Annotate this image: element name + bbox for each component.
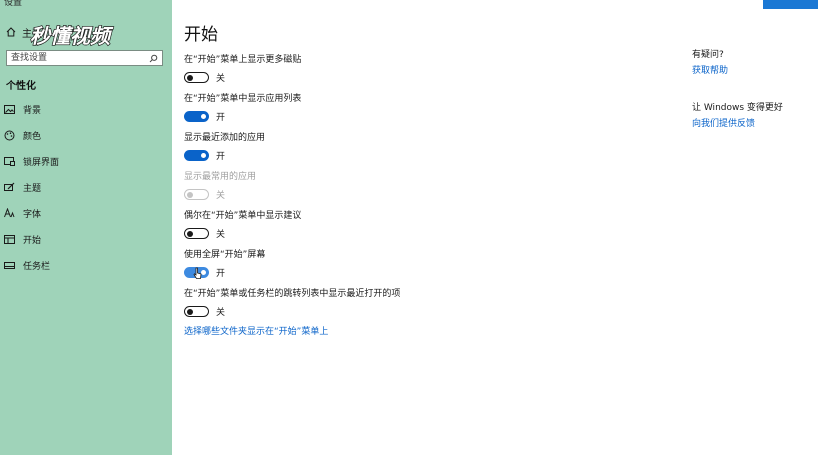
sidebar-item-label: 开始 — [23, 235, 42, 246]
toggle-knob — [187, 308, 193, 315]
sidebar-item-start[interactable]: 开始 — [4, 230, 164, 248]
toggle-switch[interactable] — [184, 306, 209, 317]
sidebar-item-background[interactable]: 背景 — [4, 100, 164, 118]
image-icon — [4, 104, 15, 115]
palette-icon — [4, 130, 15, 141]
get-help-link[interactable]: 获取帮助 — [692, 63, 728, 76]
toggle-knob — [201, 153, 206, 158]
setting-label: 显示最近添加的应用 — [184, 133, 266, 143]
toggle-state: 开 — [216, 113, 226, 123]
toggle-state: 关 — [216, 191, 226, 201]
setting-label: 在“开始”菜单上显示更多磁贴 — [184, 55, 302, 65]
sidebar-item-label: 颜色 — [23, 131, 42, 142]
setting-label: 偶尔在“开始”菜单中显示建议 — [184, 211, 302, 221]
sidebar-item-label: 背景 — [23, 105, 42, 116]
setting-label: 使用全屏“开始”屏幕 — [184, 250, 266, 260]
toggle-state: 开 — [216, 152, 226, 162]
svg-text:秒懂视频: 秒懂视频 — [30, 24, 114, 48]
toggle-switch — [184, 189, 209, 200]
section-title: 个性化 — [6, 81, 36, 92]
search-icon[interactable] — [148, 53, 158, 63]
toggle-state: 关 — [216, 308, 226, 318]
sidebar-item-label: 任务栏 — [23, 261, 51, 272]
home-icon — [5, 27, 16, 38]
app-title: 设置 — [4, 0, 23, 8]
sidebar-item-color[interactable]: 颜色 — [4, 126, 164, 144]
setting-app-list: 在“开始”菜单中显示应用列表 开 — [184, 91, 301, 123]
sidebar-item-label: 字体 — [23, 209, 42, 220]
sidebar: 设置 主页 秒懂视频 查找设置 个性化 背景 颜色 锁屏界面 主题 字体 开始 … — [0, 0, 172, 455]
toggle-knob — [187, 74, 193, 81]
folder-select-link[interactable]: 选择哪些文件夹显示在“开始”菜单上 — [184, 324, 328, 337]
toggle-state: 关 — [216, 74, 226, 84]
toggle-knob — [187, 191, 193, 198]
font-icon — [4, 208, 15, 219]
setting-suggestions: 偶尔在“开始”菜单中显示建议 关 — [184, 208, 301, 240]
feedback-link[interactable]: 向我们提供反馈 — [692, 116, 755, 129]
search-placeholder: 查找设置 — [11, 53, 48, 63]
toggle-switch[interactable] — [184, 72, 209, 83]
feedback-heading: 让 Windows 变得更好 — [692, 103, 783, 113]
toggle-switch[interactable] — [184, 228, 209, 239]
sidebar-item-themes[interactable]: 主题 — [4, 178, 164, 196]
setting-most-used: 显示最常用的应用 关 — [184, 169, 256, 201]
sidebar-item-lock-screen[interactable]: 锁屏界面 — [4, 152, 164, 170]
setting-label: 在“开始”菜单或任务栏的跳转列表中显示最近打开的项 — [184, 289, 401, 299]
lock-screen-icon — [4, 156, 15, 167]
help-heading: 有疑问? — [692, 50, 724, 60]
watermark-logo: 秒懂视频 — [28, 20, 154, 50]
pointer-cursor-icon — [193, 265, 202, 284]
setting-recently-added: 显示最近添加的应用 开 — [184, 130, 265, 162]
sidebar-item-fonts[interactable]: 字体 — [4, 204, 164, 222]
toggle-knob — [201, 114, 206, 119]
page-title: 开始 — [184, 25, 218, 45]
start-icon — [4, 234, 15, 245]
toggle-state: 关 — [216, 230, 226, 240]
taskbar-icon — [4, 260, 15, 271]
setting-jump-list: 在“开始”菜单或任务栏的跳转列表中显示最近打开的项 关 — [184, 286, 400, 318]
window-controls[interactable] — [763, 0, 818, 9]
search-input[interactable]: 查找设置 — [6, 50, 163, 66]
toggle-knob — [187, 230, 193, 237]
toggle-switch[interactable] — [184, 150, 209, 161]
sidebar-item-label: 锁屏界面 — [23, 157, 60, 168]
brush-icon — [4, 182, 15, 193]
sidebar-item-label: 主题 — [23, 183, 42, 194]
sidebar-item-taskbar[interactable]: 任务栏 — [4, 256, 164, 274]
setting-label: 显示最常用的应用 — [184, 172, 257, 182]
toggle-state: 开 — [216, 269, 226, 279]
setting-label: 在“开始”菜单中显示应用列表 — [184, 94, 302, 104]
toggle-switch[interactable] — [184, 111, 209, 122]
setting-more-tiles: 在“开始”菜单上显示更多磁贴 关 — [184, 52, 301, 84]
